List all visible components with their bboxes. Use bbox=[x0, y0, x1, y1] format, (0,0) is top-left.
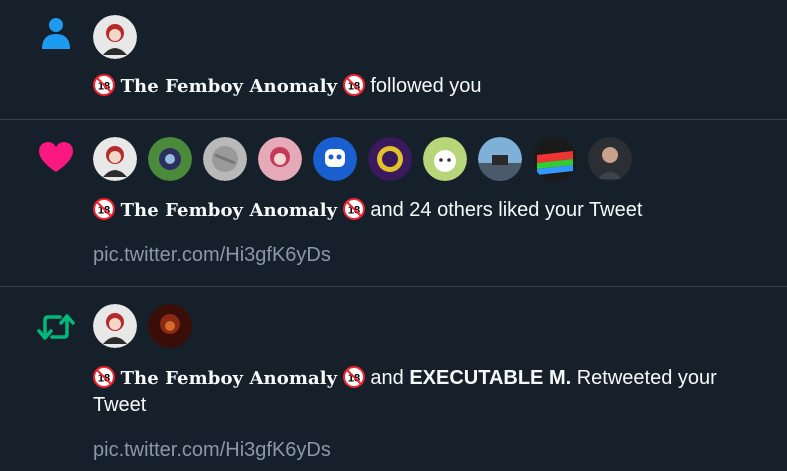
adult-badge-icon: 18 bbox=[342, 198, 365, 220]
avatar[interactable] bbox=[93, 15, 137, 59]
actor-name[interactable]: The Femboy Anomaly bbox=[121, 200, 338, 221]
avatar-row bbox=[93, 137, 767, 181]
avatar[interactable] bbox=[203, 137, 247, 181]
adult-badge-icon: 18 bbox=[93, 74, 115, 96]
avatar[interactable] bbox=[93, 137, 137, 181]
tweet-preview-link[interactable]: pic.twitter.com/Hi3gfK6yDs bbox=[93, 244, 767, 267]
action-text: and 24 others liked your Tweet bbox=[370, 199, 643, 221]
avatar[interactable] bbox=[478, 137, 522, 181]
action-text: followed you bbox=[370, 75, 482, 97]
actor-name[interactable]: The Femboy Anomaly bbox=[121, 76, 338, 97]
avatar-row bbox=[93, 15, 767, 59]
avatar[interactable] bbox=[368, 137, 412, 181]
avatar[interactable] bbox=[148, 137, 192, 181]
person-icon bbox=[42, 18, 70, 49]
tweet-preview-link[interactable]: pic.twitter.com/Hi3gfK6yDs bbox=[93, 439, 767, 462]
avatar[interactable] bbox=[258, 137, 302, 181]
avatar[interactable] bbox=[148, 304, 192, 348]
retweet-icon bbox=[37, 314, 75, 340]
adult-badge-icon: 18 bbox=[342, 74, 365, 96]
notification-retweet[interactable]: 18 The Femboy Anomaly 18 and EXECUTABLE … bbox=[0, 287, 787, 471]
connector-text: and bbox=[370, 367, 404, 389]
notification-text: 18 The Femboy Anomaly 18 and 24 others l… bbox=[93, 197, 767, 224]
adult-badge-icon: 18 bbox=[93, 198, 115, 220]
notification-like[interactable]: 18 The Femboy Anomaly 18 and 24 others l… bbox=[0, 120, 787, 287]
notification-text: 18 The Femboy Anomaly 18 and EXECUTABLE … bbox=[93, 365, 767, 419]
second-actor-name[interactable]: EXECUTABLE M. bbox=[409, 367, 571, 389]
actor-name[interactable]: The Femboy Anomaly bbox=[121, 368, 338, 389]
avatar[interactable] bbox=[588, 137, 632, 181]
avatar-row bbox=[93, 304, 767, 348]
heart-icon bbox=[39, 142, 73, 172]
adult-badge-icon: 18 bbox=[93, 366, 115, 388]
notification-follow[interactable]: 18 The Femboy Anomaly 18 followed you bbox=[0, 0, 787, 120]
avatar[interactable] bbox=[423, 137, 467, 181]
avatar[interactable] bbox=[533, 137, 577, 181]
avatar[interactable] bbox=[313, 137, 357, 181]
notification-text: 18 The Femboy Anomaly 18 followed you bbox=[93, 73, 767, 100]
adult-badge-icon: 18 bbox=[342, 366, 365, 388]
avatar[interactable] bbox=[93, 304, 137, 348]
